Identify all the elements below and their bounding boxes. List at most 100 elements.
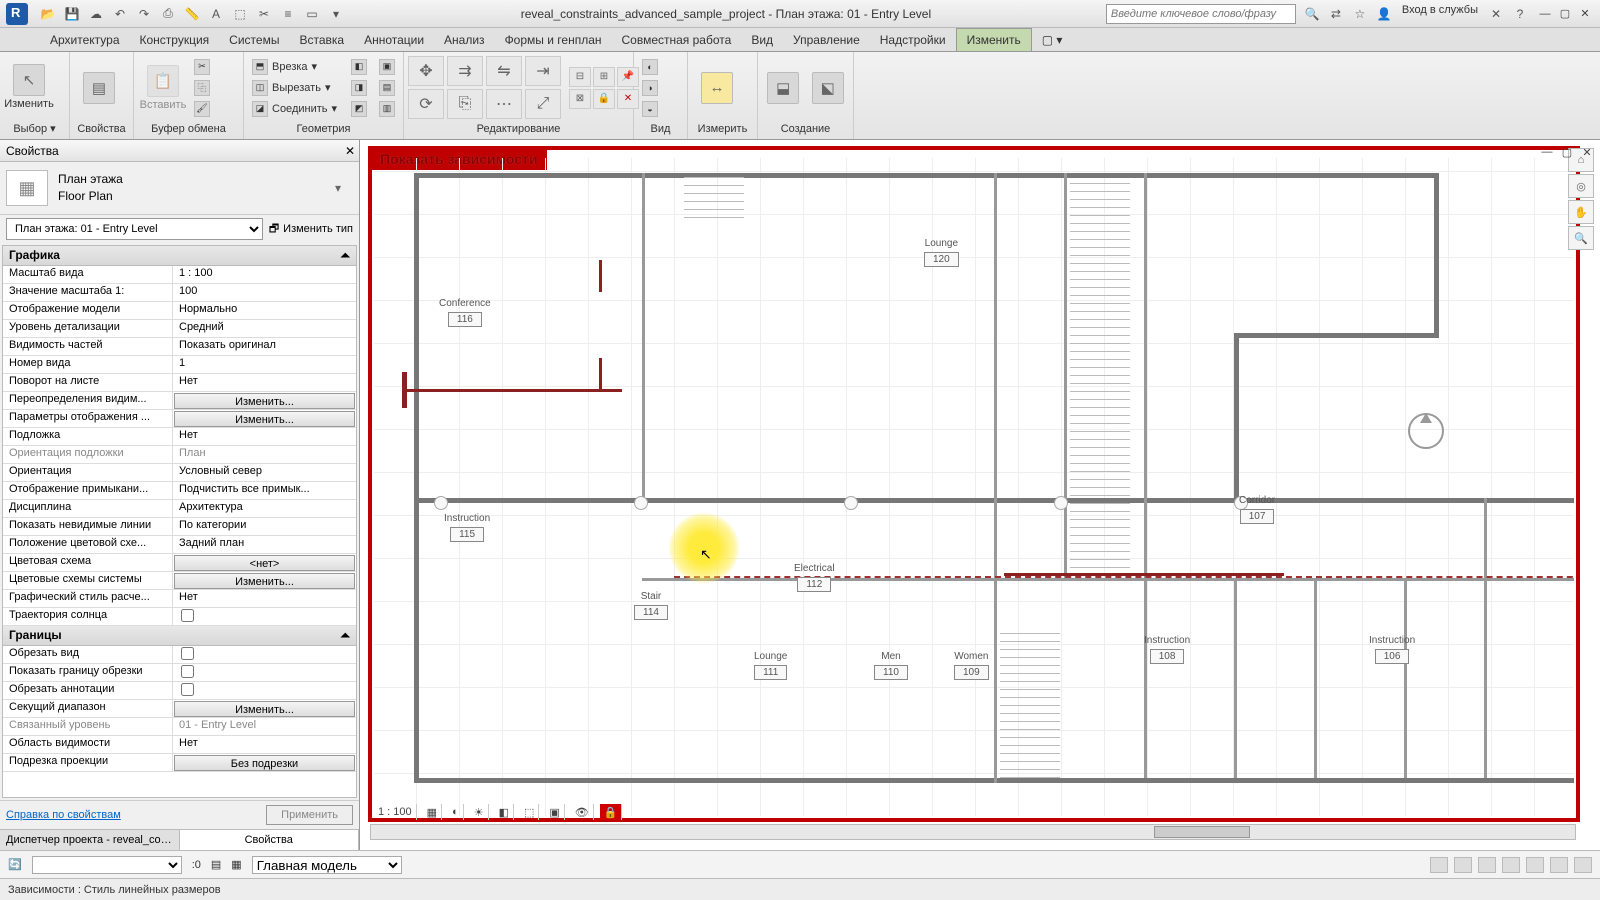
ribbon-tab-11[interactable]: Изменить [956, 28, 1032, 51]
edit-type-button[interactable]: 🗗 Изменить тип [269, 220, 353, 239]
search-icon[interactable]: 🔍 [1302, 4, 1322, 24]
copy-mod-icon[interactable]: ⎘ [447, 89, 483, 119]
switch-icon[interactable]: ▾ [326, 4, 346, 24]
mirror-icon[interactable]: ⇋ [486, 56, 522, 86]
paste-button[interactable]: 📋Вставить [138, 58, 188, 118]
design-option-dropdown[interactable]: Главная модель [252, 856, 402, 874]
cut-button[interactable]: ✂ [190, 57, 214, 77]
project-browser-tab[interactable]: Диспетчер проекта - reveal_constraints_a… [0, 830, 180, 850]
close-panel-button[interactable]: ✕ [345, 144, 355, 158]
view-btn-3[interactable]: ◒ [638, 99, 662, 119]
nav-wheel-icon[interactable]: ◎ [1568, 174, 1594, 198]
type-dropdown-icon[interactable]: ▾ [335, 181, 353, 195]
scrollbar-thumb[interactable] [1154, 826, 1250, 838]
ribbon-tab-3[interactable]: Вставка [289, 29, 354, 51]
align-icon[interactable]: ⊟ [569, 67, 591, 87]
user-icon[interactable]: 👤 [1374, 4, 1394, 24]
model-icon[interactable]: ▦ [231, 858, 241, 871]
sync-icon[interactable]: ☁ [86, 4, 106, 24]
array-icon[interactable]: ⋯ [486, 89, 522, 119]
worksharing-icon[interactable]: 🔄 [8, 858, 22, 871]
match-button[interactable]: 🖌 [190, 99, 214, 119]
prop-row[interactable]: Цветовые схемы системыИзменить... [3, 572, 356, 590]
ribbon-tab-2[interactable]: Системы [219, 29, 289, 51]
geo-btn-6[interactable]: ▥ [375, 99, 399, 119]
horizontal-scrollbar[interactable] [370, 824, 1576, 840]
prop-row[interactable]: Номер вида1 [3, 356, 356, 374]
doc-close[interactable]: ✕ [1578, 144, 1596, 160]
3d-icon[interactable]: ⬚ [230, 4, 250, 24]
sun-path-icon[interactable]: ☀ [470, 804, 489, 820]
prop-row[interactable]: Поворот на листеНет [3, 374, 356, 392]
trim-icon[interactable]: ⇥ [525, 56, 561, 86]
crop-icon[interactable]: ⬚ [520, 804, 539, 820]
prop-row[interactable]: Ориентация подложкиПлан [3, 446, 356, 464]
split-icon[interactable]: ⊞ [593, 67, 615, 87]
prop-row[interactable]: ДисциплинаАрхитектура [3, 500, 356, 518]
cope-button[interactable]: ⬒Врезка ▾ [248, 57, 341, 77]
editable-icon[interactable]: ▤ [211, 858, 221, 871]
prop-row[interactable]: Графический стиль расче...Нет [3, 590, 356, 608]
geo-btn-4[interactable]: ▣ [375, 57, 399, 77]
funnel-icon[interactable] [1574, 857, 1592, 873]
drawing-canvas[interactable]: Показать зависимости [360, 140, 1600, 850]
rotate-icon[interactable]: ⟳ [408, 89, 444, 119]
prop-row[interactable]: Секущий диапазонИзменить... [3, 700, 356, 718]
prop-row[interactable]: Подрезка проекцииБез подрезки [3, 754, 356, 772]
doc-restore[interactable]: ▢ [1558, 144, 1576, 160]
ribbon-tab-1[interactable]: Конструкция [130, 29, 220, 51]
copy-button[interactable]: ⿻ [190, 78, 214, 98]
ribbon-tab-8[interactable]: Вид [741, 29, 783, 51]
prop-section[interactable]: Графика⏶ [3, 246, 356, 266]
close-button[interactable]: ✕ [1576, 6, 1594, 22]
close-views-icon[interactable]: ▭ [302, 4, 322, 24]
prop-row[interactable]: Масштаб вида1 : 100 [3, 266, 356, 284]
hide-icon[interactable]: 👁 [571, 804, 594, 820]
prop-row[interactable]: Отображение моделиНормально [3, 302, 356, 320]
redo-icon[interactable]: ↷ [134, 4, 154, 24]
app-logo[interactable] [6, 3, 28, 25]
modify-button[interactable]: ↖Изменить [4, 57, 54, 117]
crop-region-icon[interactable]: ▣ [545, 804, 564, 820]
prop-row[interactable]: Обрезать аннотации [3, 682, 356, 700]
cutgeo-button[interactable]: ◫Вырезать ▾ [248, 78, 341, 98]
view-scale[interactable]: 1 : 100 [374, 804, 417, 820]
pan-icon[interactable]: ✋ [1568, 200, 1594, 224]
create-btn-1[interactable]: ⬓ [762, 58, 805, 118]
geo-btn-1[interactable]: ◧ [347, 57, 371, 77]
search-input[interactable] [1106, 4, 1296, 24]
prop-row[interactable]: Цветовая схема<нет> [3, 554, 356, 572]
favorite-icon[interactable]: ☆ [1350, 4, 1370, 24]
geo-btn-2[interactable]: ◨ [347, 78, 371, 98]
geo-btn-5[interactable]: ▤ [375, 78, 399, 98]
prop-row[interactable]: Обрезать вид [3, 646, 356, 664]
prop-row[interactable]: Показать границу обрезки [3, 664, 356, 682]
visual-style-icon[interactable]: ◐ [448, 804, 464, 820]
prop-row[interactable]: ПодложкаНет [3, 428, 356, 446]
shadows-icon[interactable]: ◧ [495, 804, 514, 820]
unpin-icon[interactable]: ⊠ [569, 89, 591, 109]
prop-row[interactable]: Переопределения видим...Изменить... [3, 392, 356, 410]
ribbon-tab-10[interactable]: Надстройки [870, 29, 956, 51]
save-icon[interactable]: 💾 [62, 4, 82, 24]
move-icon[interactable]: ✥ [408, 56, 444, 86]
zoom-icon[interactable]: 🔍 [1568, 226, 1594, 250]
prop-row[interactable]: Область видимостиНет [3, 736, 356, 754]
prop-row[interactable]: Показать невидимые линииПо категории [3, 518, 356, 536]
prop-row[interactable]: Отображение примыкани...Подчистить все п… [3, 482, 356, 500]
geo-btn-3[interactable]: ◩ [347, 99, 371, 119]
open-icon[interactable]: 📂 [38, 4, 58, 24]
prop-row[interactable]: ОриентацияУсловный север [3, 464, 356, 482]
prop-row[interactable]: Видимость частейПоказать оригинал [3, 338, 356, 356]
prop-row[interactable]: Уровень детализацииСредний [3, 320, 356, 338]
detail-level-icon[interactable]: ▦ [423, 804, 442, 820]
login-label[interactable]: Вход в службы [1402, 4, 1478, 24]
properties-tab[interactable]: Свойства [180, 830, 360, 850]
help-icon[interactable]: ? [1510, 4, 1530, 24]
floorplan[interactable]: ↖ Conference116Lounge120Instruction115El… [374, 158, 1574, 816]
offset-icon[interactable]: ⇉ [447, 56, 483, 86]
undo-icon[interactable]: ↶ [110, 4, 130, 24]
lock-icon[interactable]: 🔒 [593, 89, 615, 109]
scale-icon[interactable]: ⤢ [525, 89, 561, 119]
properties-button[interactable]: ▤ [74, 58, 124, 118]
